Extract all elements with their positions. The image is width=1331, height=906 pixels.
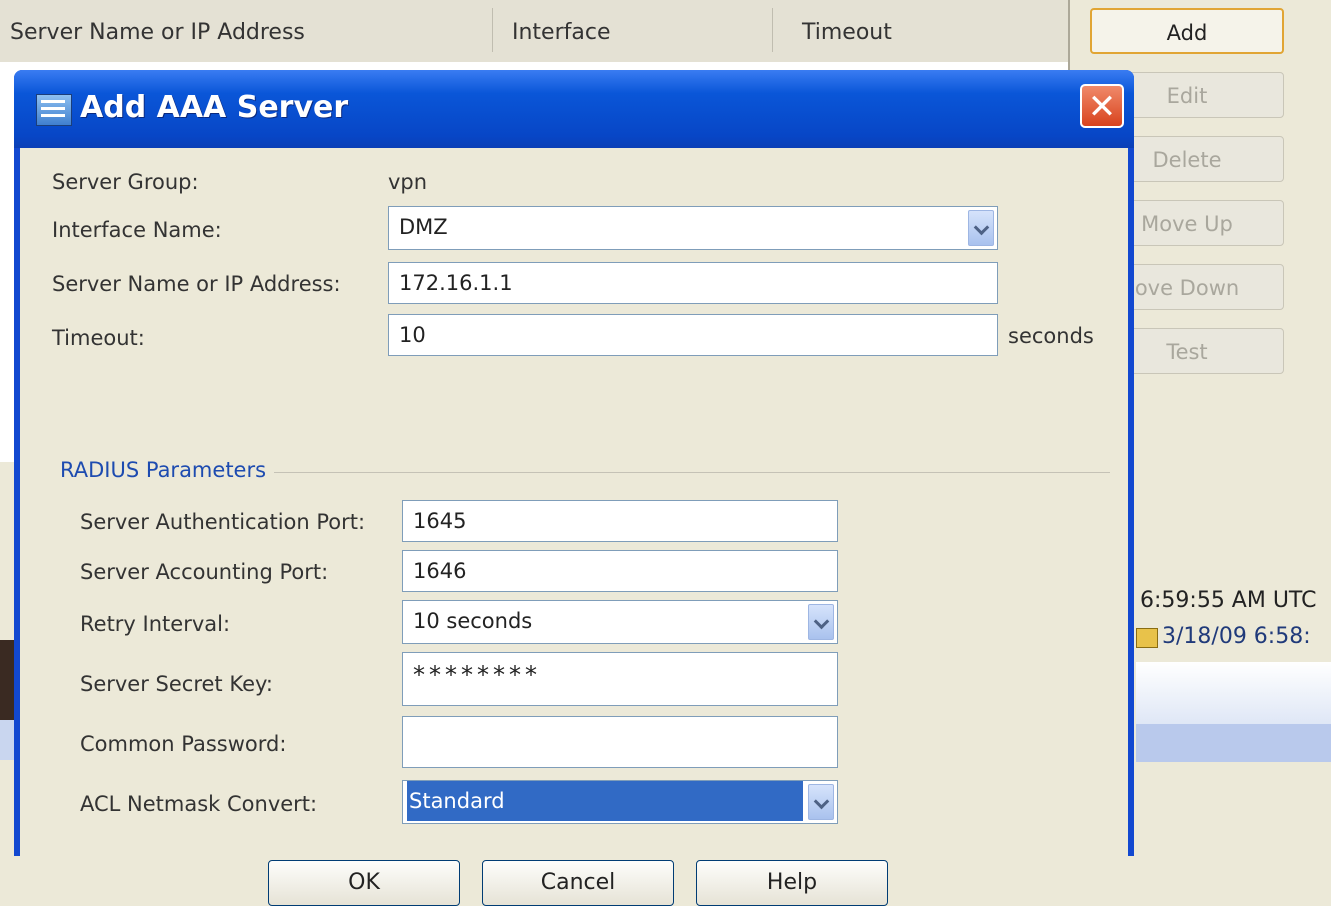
secret-key-value: ******** xyxy=(413,661,541,689)
server-name-value: 172.16.1.1 xyxy=(399,271,513,295)
acl-netmask-select[interactable]: Standard xyxy=(402,780,838,824)
log-selection-bar xyxy=(1136,724,1331,762)
help-button[interactable]: Help xyxy=(696,860,888,906)
column-interface[interactable]: Interface xyxy=(512,20,611,45)
server-group-value: vpn xyxy=(388,170,428,194)
ok-button[interactable]: OK xyxy=(268,860,460,906)
chevron-down-icon[interactable] xyxy=(968,210,994,246)
interface-name-label: Interface Name: xyxy=(52,218,222,242)
acl-netmask-label: ACL Netmask Convert: xyxy=(80,792,318,816)
auth-port-label: Server Authentication Port: xyxy=(80,510,366,534)
auth-port-input[interactable]: 1645 xyxy=(402,500,838,542)
column-server-name[interactable]: Server Name or IP Address xyxy=(10,20,305,45)
background-image-strip xyxy=(0,640,14,720)
background-strip xyxy=(0,720,14,760)
chevron-down-icon[interactable] xyxy=(808,604,834,640)
server-group-label: Server Group: xyxy=(52,170,199,194)
dialog-title: Add AAA Server xyxy=(80,90,349,125)
close-icon: ✕ xyxy=(1087,87,1117,127)
timeout-unit-label: seconds xyxy=(1008,324,1094,348)
interface-name-value: DMZ xyxy=(399,215,448,239)
retry-interval-label: Retry Interval: xyxy=(80,612,231,636)
retry-interval-select[interactable]: 10 seconds xyxy=(402,600,838,644)
log-panel xyxy=(1136,662,1331,724)
acct-port-label: Server Accounting Port: xyxy=(80,560,329,584)
chevron-down-icon[interactable] xyxy=(808,784,834,820)
auth-port-value: 1645 xyxy=(413,509,467,533)
timeout-input[interactable]: 10 xyxy=(388,314,998,356)
column-separator xyxy=(492,8,493,52)
column-timeout[interactable]: Timeout xyxy=(802,20,892,45)
cancel-button[interactable]: Cancel xyxy=(482,860,674,906)
common-password-input[interactable] xyxy=(402,716,838,768)
timeout-label: Timeout: xyxy=(52,326,145,350)
column-separator xyxy=(772,8,773,52)
log-timestamp: 6:59:55 AM UTC xyxy=(1140,588,1317,613)
acct-port-input[interactable]: 1646 xyxy=(402,550,838,592)
server-list-icon xyxy=(36,94,72,126)
server-name-label: Server Name or IP Address: xyxy=(52,272,341,296)
close-button[interactable]: ✕ xyxy=(1080,84,1124,128)
retry-interval-value: 10 seconds xyxy=(413,609,533,633)
dialog-titlebar[interactable]: Add AAA Server ✕ xyxy=(14,70,1134,148)
interface-name-select[interactable]: DMZ xyxy=(388,206,998,250)
add-button[interactable]: Add xyxy=(1090,8,1284,54)
common-password-label: Common Password: xyxy=(80,732,287,756)
log-entry[interactable]: 3/18/09 6:58: xyxy=(1162,624,1311,649)
server-name-input[interactable]: 172.16.1.1 xyxy=(388,262,998,304)
add-aaa-server-dialog: Add AAA Server ✕ Server Group: vpn Inter… xyxy=(14,70,1134,906)
secret-key-input[interactable]: ******** xyxy=(402,652,838,706)
acl-netmask-value: Standard xyxy=(407,781,803,821)
acct-port-value: 1646 xyxy=(413,559,467,583)
dialog-body: Server Group: vpn Interface Name: DMZ Se… xyxy=(20,148,1128,906)
timeout-value: 10 xyxy=(399,323,426,347)
server-table-header: Server Name or IP Address Interface Time… xyxy=(0,0,1068,63)
radius-parameters-heading: RADIUS Parameters xyxy=(60,458,275,482)
secret-key-label: Server Secret Key: xyxy=(80,672,273,696)
folder-icon xyxy=(1136,628,1158,648)
